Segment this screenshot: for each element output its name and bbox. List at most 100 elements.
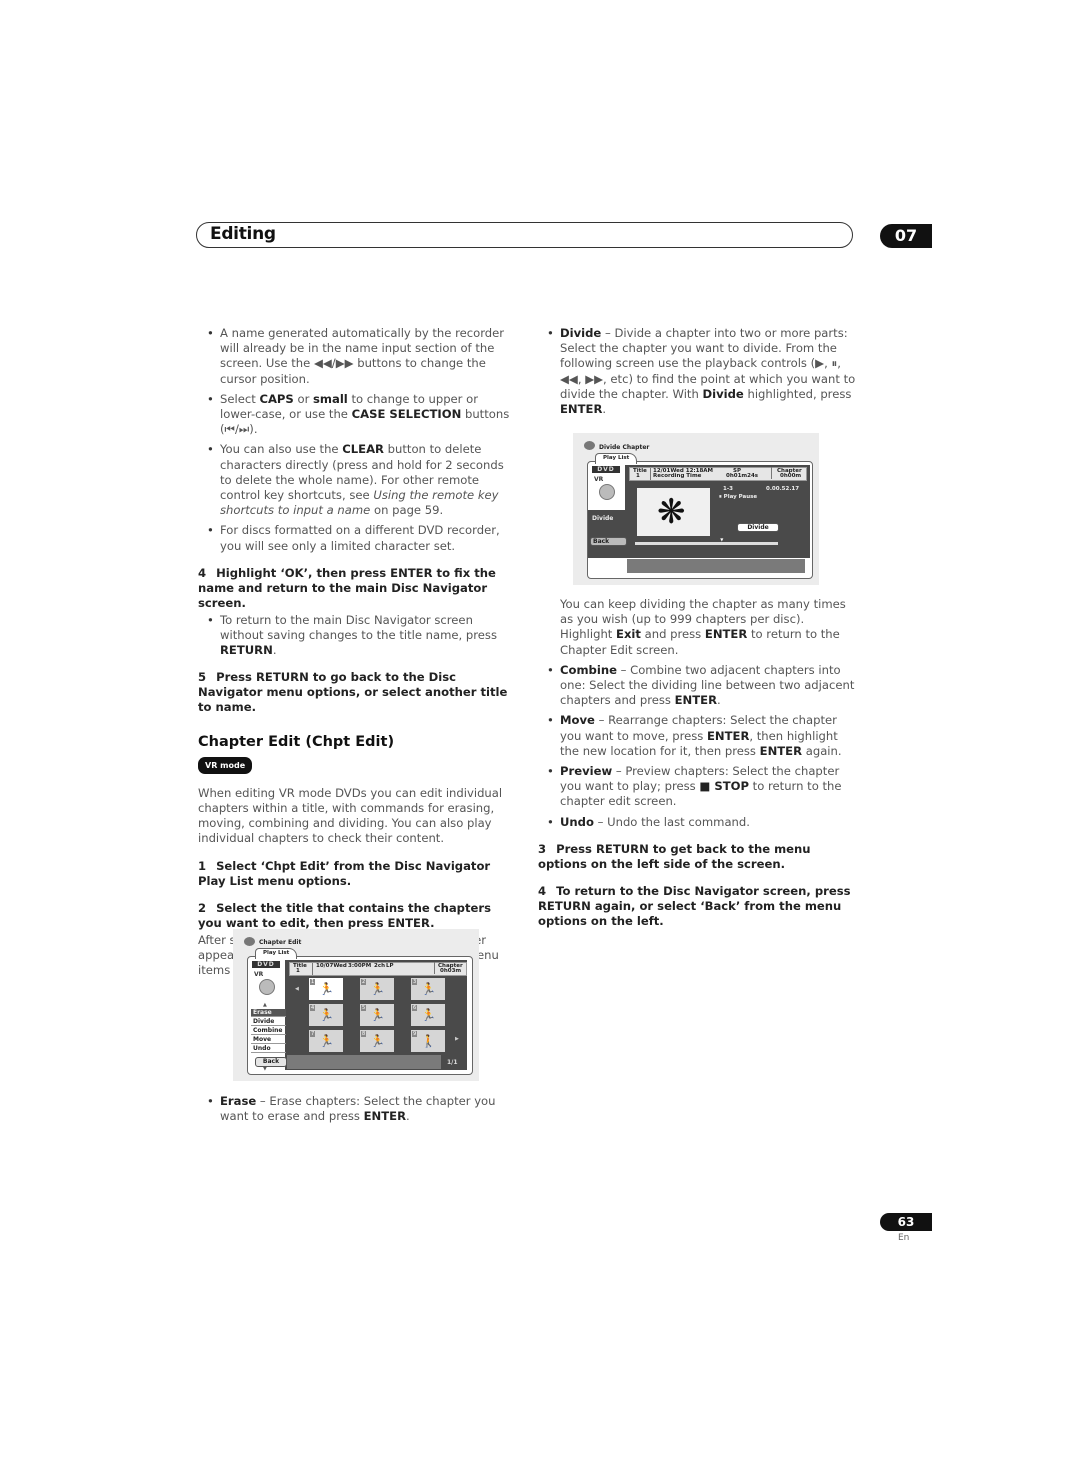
- runner-figure-icon: 🏃: [319, 1034, 334, 1048]
- text-run: .: [406, 1109, 410, 1124]
- chapter-number: 5: [361, 1005, 367, 1011]
- chapter-thumbnail[interactable]: 5 🏃: [360, 1004, 394, 1026]
- timecode: 0.00.52.17: [766, 486, 800, 492]
- vr-mode-badge: VR mode: [198, 756, 253, 774]
- menu-item-erase[interactable]: Erase: [251, 1009, 286, 1017]
- text-run: on page 59.: [370, 503, 444, 518]
- tab-play-list[interactable]: Play List: [603, 455, 629, 461]
- bullet-list-edit-commands: Combine – Combine two adjacent chapters …: [538, 663, 856, 830]
- chapter-thumbnail[interactable]: 3 🏃: [411, 978, 445, 1000]
- text-run: – Erase chapters: Select the chapter you…: [220, 1094, 496, 1124]
- list-item: For discs formatted on a different DVD r…: [198, 523, 516, 553]
- list-item: Move – Rearrange chapters: Select the ch…: [538, 713, 856, 759]
- disc-icon: [244, 937, 255, 946]
- vr-disc-icon: VR: [593, 476, 621, 504]
- runner-figure-icon: 🏃: [421, 1008, 436, 1022]
- play-status: ⏸ Play Pause: [719, 494, 758, 500]
- menu-item-divide[interactable]: Divide: [251, 1018, 286, 1026]
- runner-figure-icon: 🏃: [370, 1034, 385, 1048]
- bold-term: RETURN: [220, 643, 273, 658]
- vr-disc-icon: VR: [253, 971, 281, 999]
- back-button[interactable]: Back: [255, 1057, 287, 1067]
- bold-term: Divide: [702, 386, 744, 401]
- bold-term: small: [313, 391, 348, 406]
- tab-play-list[interactable]: Play List: [263, 950, 289, 956]
- leaf-image: ❋: [657, 492, 686, 532]
- video-preview: ❋: [637, 488, 710, 536]
- disc-icon: [584, 441, 595, 450]
- dvd-logo: DVD: [252, 961, 280, 968]
- scroll-right-icon[interactable]: ▶: [455, 1036, 459, 1042]
- list-item: To return to the main Disc Navigator scr…: [198, 613, 516, 659]
- bold-term: Move: [560, 713, 595, 728]
- list-item: Preview – Preview chapters: Select the c…: [538, 764, 856, 810]
- bullet-list-name-input: A name generated automatically by the re…: [198, 326, 516, 554]
- chapter-thumbnail[interactable]: 6 🏃: [411, 1004, 445, 1026]
- text-run: .: [717, 693, 721, 708]
- right-column: Divide – Divide a chapter into two or mo…: [538, 326, 856, 422]
- section-header: Editing: [196, 222, 853, 248]
- erase-bullet-block: Erase – Erase chapters: Select the chapt…: [198, 1094, 516, 1129]
- bold-term: CASE SELECTION: [351, 407, 462, 422]
- chapter-thumbnail[interactable]: 2 🏃: [360, 978, 394, 1000]
- back-button[interactable]: Back: [590, 537, 627, 546]
- divide-followup: You can keep dividing the chapter as man…: [538, 597, 856, 658]
- text-run: highlighted, press: [743, 386, 852, 401]
- title-info-bar: Title 1 12/01Wed 12:18AM Recording Time …: [629, 467, 807, 481]
- list-item: Select CAPS or small to change to upper …: [198, 392, 516, 438]
- scroll-up-icon[interactable]: ▲: [263, 1002, 267, 1008]
- text-run: .: [272, 643, 277, 658]
- text-run: again.: [802, 743, 842, 758]
- text-run: For discs formatted on a different DVD r…: [220, 523, 500, 553]
- list-item: Combine – Combine two adjacent chapters …: [538, 663, 856, 709]
- divide-menu-label[interactable]: Divide: [592, 515, 613, 522]
- text-run: .: [602, 402, 607, 417]
- menu-item-move[interactable]: Move: [251, 1036, 286, 1044]
- chapter-thumbnail[interactable]: 7 🏃: [309, 1030, 343, 1052]
- scroll-down-icon[interactable]: ▼: [263, 1066, 267, 1072]
- chapter-number: 7: [310, 1031, 316, 1037]
- chapter-thumbnail[interactable]: 9 🚶: [411, 1030, 445, 1052]
- chapter-number: 6: [412, 1005, 418, 1011]
- step-4-heading: 4 Highlight ‘OK’, then press ENTER to fix…: [198, 565, 496, 610]
- left-column: A name generated automatically by the re…: [198, 326, 516, 983]
- menu-item-undo[interactable]: Undo: [251, 1045, 286, 1053]
- list-item: You can also use the CLEAR button to del…: [198, 442, 516, 518]
- chapter-thumbnail[interactable]: 1 🏃: [309, 978, 343, 1000]
- list-item: Undo – Undo the last command.: [538, 815, 856, 830]
- step-1-heading: 1 Select ‘Chpt Edit’ from the Disc Naviga…: [198, 858, 491, 888]
- runner-figure-icon: 🏃: [370, 1008, 385, 1022]
- chapter-number: 2: [361, 979, 367, 985]
- bold-term: ENTER: [674, 693, 718, 708]
- chapter-thumbnail[interactable]: 8 🏃: [360, 1030, 394, 1052]
- menu-item-combine[interactable]: Combine: [251, 1027, 286, 1035]
- bold-term: ■ STOP: [699, 779, 749, 794]
- runner-figure-icon: 🏃: [421, 982, 436, 996]
- list-item: A name generated automatically by the re…: [198, 326, 516, 387]
- runner-figure-icon: 🏃: [319, 1008, 334, 1022]
- divide-button[interactable]: Divide: [737, 523, 779, 532]
- chapter-number: 1: [310, 979, 316, 985]
- bold-term: Divide: [560, 326, 602, 340]
- chapter-thumbnail[interactable]: 4 🏃: [309, 1004, 343, 1026]
- step-4-heading: 4 To return to the Disc Navigator screen,…: [538, 883, 851, 928]
- runner-figure-icon: 🏃: [370, 982, 385, 996]
- chapter-position: 1-3: [723, 486, 733, 492]
- bold-term: ENTER: [560, 402, 603, 417]
- text-run: Select: [220, 391, 260, 406]
- position-marker-icon[interactable]: ▼: [720, 537, 723, 542]
- chapter-number: 9: [412, 1031, 418, 1037]
- bold-term: Combine: [560, 662, 617, 677]
- scroll-left-icon[interactable]: ◀: [295, 986, 299, 992]
- position-slider[interactable]: ▼: [635, 537, 778, 545]
- text-run: You can also use the: [220, 442, 343, 457]
- bold-term: ENTER: [707, 728, 750, 743]
- step-5-heading: 5 Press RETURN to go back to the Disc Nav…: [198, 670, 508, 715]
- section-heading: Chapter Edit (Chpt Edit): [198, 734, 395, 751]
- language-label: En: [898, 1233, 910, 1243]
- text-run: – Undo the last command.: [593, 814, 750, 829]
- text-run: and press: [640, 627, 705, 642]
- page-indicator: 1/1: [447, 1059, 458, 1066]
- page-number: 63: [880, 1213, 932, 1231]
- step-3-heading: 3 Press RETURN to get back to the menu op…: [538, 841, 811, 871]
